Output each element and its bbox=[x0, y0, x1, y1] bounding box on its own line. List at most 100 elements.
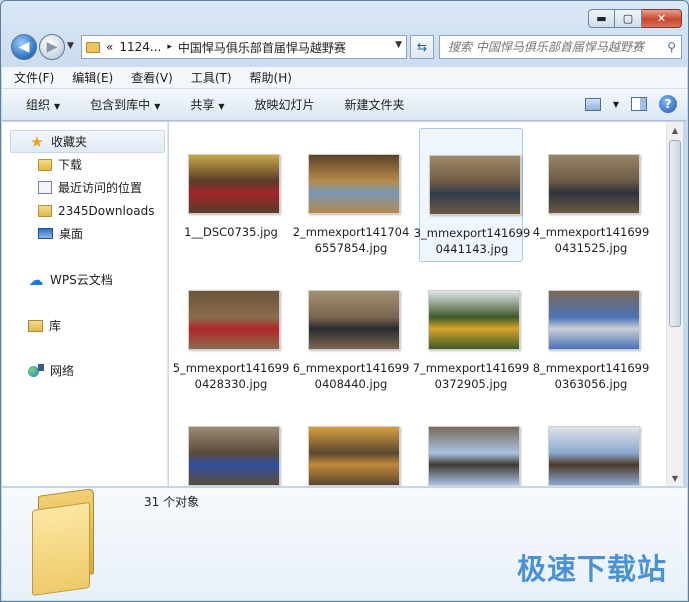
address-bar[interactable]: « 1124... ▸ 中国悍马俱乐部首届悍马越野赛 ▼ bbox=[81, 35, 407, 59]
caption-buttons: ▬ ▢ ✕ bbox=[588, 9, 682, 28]
file-name: 7_mmexport1416990372905.jpg bbox=[412, 361, 530, 391]
scrollbar-thumb[interactable] bbox=[669, 140, 681, 327]
star-icon: ★ bbox=[30, 132, 44, 151]
file-item[interactable]: 7_mmexport1416990372905.jpg bbox=[413, 264, 529, 398]
slideshow-label: 放映幻灯片 bbox=[254, 98, 315, 112]
help-icon[interactable]: ? bbox=[659, 95, 677, 113]
search-input[interactable] bbox=[440, 36, 681, 58]
address-row: ◀ ▶ ▼ « 1124... ▸ 中国悍马俱乐部首届悍马越野赛 ▼ ⇆ ⚲ bbox=[9, 33, 682, 61]
forward-button[interactable]: ▶ bbox=[39, 34, 65, 60]
image-thumbnail[interactable] bbox=[548, 154, 640, 214]
nav-wps-label: WPS云文档 bbox=[50, 273, 113, 287]
share-label: 共享 bbox=[190, 98, 215, 112]
image-thumbnail[interactable] bbox=[308, 290, 400, 350]
breadcrumb-overflow[interactable]: « bbox=[106, 40, 113, 54]
preview-pane-icon[interactable] bbox=[631, 97, 647, 111]
change-view-icon[interactable] bbox=[584, 97, 601, 111]
file-name: 6_mmexport1416990408440.jpg bbox=[292, 361, 410, 391]
file-name: 1__DSC0735.jpg bbox=[184, 225, 278, 239]
minimize-button[interactable]: ▬ bbox=[588, 9, 615, 28]
address-dropdown[interactable]: ▼ bbox=[395, 40, 402, 50]
image-thumbnail[interactable] bbox=[428, 426, 520, 486]
image-thumbnail[interactable] bbox=[188, 290, 280, 350]
file-list: 1__DSC0735.jpg 2_mmexport1417046557854.jp… bbox=[169, 122, 666, 486]
share-button[interactable]: 共享 ▼ bbox=[190, 96, 224, 113]
search-box[interactable]: ⚲ bbox=[439, 35, 682, 59]
organize-label: 组织 bbox=[26, 98, 51, 112]
file-item[interactable]: 8_mmexport1416990363056.jpg bbox=[533, 264, 649, 398]
close-button[interactable]: ✕ bbox=[642, 9, 682, 28]
scroll-down-icon[interactable]: ▼ bbox=[667, 470, 683, 486]
image-thumbnail[interactable] bbox=[428, 290, 520, 350]
folder-icon bbox=[38, 204, 52, 217]
library-icon bbox=[28, 319, 43, 332]
menu-edit[interactable]: 编辑(E) bbox=[72, 69, 113, 86]
nav-libraries[interactable]: 库 bbox=[2, 314, 167, 337]
maximize-button[interactable]: ▢ bbox=[615, 9, 642, 28]
file-item[interactable]: 6_mmexport1416990408440.jpg bbox=[293, 264, 409, 398]
cloud-icon: ☁ bbox=[28, 270, 44, 289]
search-icon[interactable]: ⚲ bbox=[667, 40, 676, 54]
image-thumbnail[interactable] bbox=[308, 426, 400, 486]
folder-icon bbox=[86, 41, 100, 53]
file-item[interactable]: 4_mmexport1416990431525.jpg bbox=[533, 128, 649, 262]
image-thumbnail[interactable] bbox=[429, 155, 521, 215]
image-thumbnail[interactable] bbox=[188, 154, 280, 214]
file-item[interactable] bbox=[539, 400, 643, 486]
organize-button[interactable]: 组织 ▼ bbox=[26, 96, 60, 113]
nav-item-recent-places[interactable]: 最近访问的位置 bbox=[2, 176, 167, 199]
file-item[interactable]: 5_mmexport1416990428330.jpg bbox=[173, 264, 289, 398]
nav-favorites[interactable]: ★ 收藏夹 bbox=[10, 130, 165, 153]
toolbar-right: ▼ ? bbox=[584, 95, 677, 113]
recent-places-icon bbox=[38, 181, 52, 194]
nav-item-downloads[interactable]: 下载 bbox=[2, 153, 167, 176]
favorites-group: ★ 收藏夹 下载 最近访问的位置 2345Downloads 桌面 bbox=[2, 130, 167, 245]
vertical-scrollbar[interactable]: ▲ ▼ bbox=[666, 122, 683, 486]
file-item[interactable]: 1__DSC0735.jpg bbox=[179, 128, 283, 262]
menu-help[interactable]: 帮助(H) bbox=[250, 69, 292, 86]
image-thumbnail[interactable] bbox=[548, 426, 640, 486]
menu-bar: 文件(F) 编辑(E) 查看(V) 工具(T) 帮助(H) bbox=[2, 67, 687, 89]
breadcrumb-segment-parent[interactable]: 1124... bbox=[119, 40, 161, 54]
chevron-down-icon: ▼ bbox=[154, 102, 161, 111]
include-in-library-button[interactable]: 包含到库中 ▼ bbox=[90, 96, 160, 113]
file-item[interactable] bbox=[179, 400, 283, 486]
libraries-group: 库 bbox=[2, 314, 167, 337]
file-name: 8_mmexport1416990363056.jpg bbox=[532, 361, 650, 391]
chevron-down-icon: ▼ bbox=[218, 102, 225, 111]
nav-item-label: 桌面 bbox=[59, 227, 84, 241]
nav-network-label: 网络 bbox=[50, 364, 75, 378]
scroll-up-icon[interactable]: ▲ bbox=[667, 122, 683, 138]
file-item[interactable]: 2_mmexport1417046557854.jpg bbox=[293, 128, 409, 262]
menu-tools[interactable]: 工具(T) bbox=[191, 69, 232, 86]
include-library-label: 包含到库中 bbox=[90, 98, 151, 112]
folder-icon bbox=[38, 158, 52, 171]
view-options-dropdown[interactable]: ▼ bbox=[613, 100, 619, 109]
nav-wps-cloud[interactable]: ☁ WPS云文档 bbox=[2, 268, 167, 291]
image-thumbnail[interactable] bbox=[548, 290, 640, 350]
nav-favorites-label: 收藏夹 bbox=[51, 135, 88, 149]
file-item[interactable] bbox=[419, 400, 523, 486]
image-thumbnail[interactable] bbox=[308, 154, 400, 214]
breadcrumb-segment-current[interactable]: 中国悍马俱乐部首届悍马越野赛 bbox=[178, 39, 346, 56]
explorer-window: ▬ ▢ ✕ ◀ ▶ ▼ « 1124... ▸ 中国悍马俱乐部首届悍马越野赛 ▼… bbox=[0, 0, 689, 602]
command-bar: 组织 ▼ 包含到库中 ▼ 共享 ▼ 放映幻灯片 新建文件夹 ▼ ? bbox=[2, 89, 687, 121]
arrow-right-icon: ▶ bbox=[46, 39, 58, 55]
nav-libraries-label: 库 bbox=[49, 319, 62, 333]
file-item[interactable] bbox=[299, 400, 403, 486]
image-thumbnail[interactable] bbox=[188, 426, 280, 486]
recent-pages-dropdown[interactable]: ▼ bbox=[67, 41, 74, 51]
nav-item-2345downloads[interactable]: 2345Downloads bbox=[2, 199, 167, 222]
menu-file[interactable]: 文件(F) bbox=[14, 69, 54, 86]
nav-item-desktop[interactable]: 桌面 bbox=[2, 222, 167, 245]
menu-view[interactable]: 查看(V) bbox=[131, 69, 173, 86]
nav-network[interactable]: 网络 bbox=[2, 359, 167, 382]
refresh-icon: ⇆ bbox=[416, 40, 428, 54]
new-folder-button[interactable]: 新建文件夹 bbox=[345, 96, 405, 113]
back-button[interactable]: ◀ bbox=[11, 34, 37, 60]
slideshow-button[interactable]: 放映幻灯片 bbox=[255, 96, 315, 113]
file-item[interactable]: 3_mmexport1416990441143.jpg bbox=[414, 128, 530, 262]
breadcrumb-separator[interactable]: ▸ bbox=[167, 42, 172, 52]
refresh-button[interactable]: ⇆ bbox=[410, 35, 434, 59]
file-name: 2_mmexport1417046557854.jpg bbox=[292, 225, 410, 255]
